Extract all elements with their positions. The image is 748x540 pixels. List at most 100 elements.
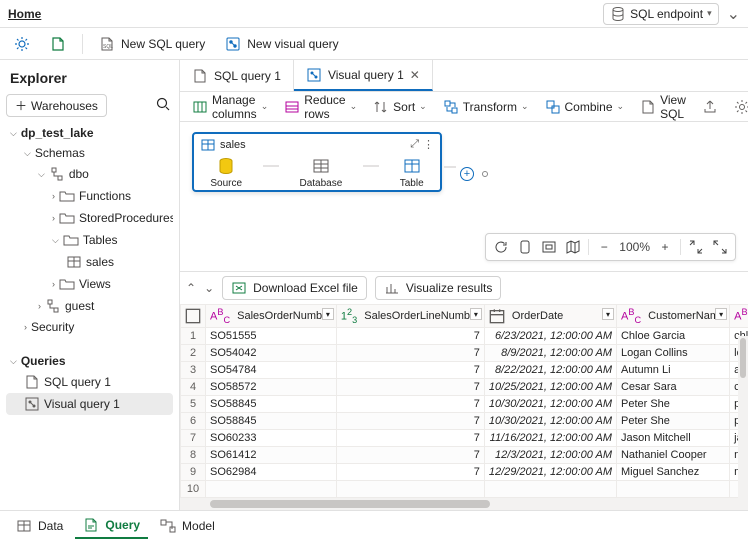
- flow-endpoint-icon: [482, 171, 488, 177]
- rows-icon: [284, 99, 300, 115]
- refresh-button[interactable]: [6, 32, 38, 56]
- settings-button[interactable]: [728, 97, 748, 117]
- tree-node-queries[interactable]: ⌵Queries: [6, 351, 173, 371]
- reduce-rows-button[interactable]: Reduce rows⌄: [278, 91, 363, 123]
- horizontal-scrollbar[interactable]: [180, 498, 748, 510]
- tab-label: Visual query 1: [328, 68, 404, 82]
- download-excel-button[interactable]: Download Excel file: [222, 276, 367, 300]
- data-icon: [50, 36, 66, 52]
- table-row[interactable]: 3SO5478478/22/2021, 12:00:00 AMAutumn Li…: [181, 362, 748, 379]
- schema-icon: [49, 166, 65, 182]
- pan-button[interactable]: [514, 236, 536, 258]
- table-row[interactable]: 9SO62984712/29/2021, 12:00:00 AMMiguel S…: [181, 464, 748, 481]
- expand-down-button[interactable]: ⌄: [204, 281, 214, 295]
- tree-node-schemas[interactable]: ⌵Schemas: [6, 143, 173, 163]
- column-header-orderdate[interactable]: OrderDate▾: [484, 305, 616, 328]
- zoom-in-button[interactable]: +: [654, 236, 676, 258]
- refresh-view-button[interactable]: [490, 236, 512, 258]
- chart-icon: [384, 280, 400, 296]
- tree-query-visual1[interactable]: Visual query 1: [6, 393, 173, 415]
- collapse-button[interactable]: [685, 236, 707, 258]
- vertical-scrollbar[interactable]: [738, 336, 748, 498]
- flow-line: [263, 165, 279, 181]
- new-visual-query-button[interactable]: New visual query: [217, 32, 346, 56]
- tree-node-security[interactable]: ›Security: [6, 317, 173, 337]
- filter-dropdown[interactable]: ▾: [715, 308, 727, 320]
- tree-node-guest[interactable]: › guest: [6, 295, 173, 317]
- table-row[interactable]: 2SO5404278/9/2021, 12:00:00 AMLogan Coll…: [181, 345, 748, 362]
- table-row[interactable]: 6SO58845710/30/2021, 12:00:00 AMPeter Sh…: [181, 413, 748, 430]
- zoom-level: 100%: [617, 236, 652, 258]
- search-button[interactable]: [153, 94, 173, 117]
- tree-node-dbo[interactable]: ⌵ dbo: [6, 163, 173, 185]
- table-row[interactable]: 10: [181, 481, 748, 498]
- column-header-salesordernumber[interactable]: ABC SalesOrderNumber▾: [206, 305, 337, 328]
- transform-button[interactable]: Transform⌄: [437, 97, 535, 117]
- new-sql-query-button[interactable]: SQL New SQL query: [91, 32, 213, 56]
- zoom-out-button[interactable]: −: [593, 236, 615, 258]
- manage-columns-button[interactable]: Manage columns⌄: [186, 91, 274, 123]
- flow-line: [363, 165, 379, 181]
- hand-icon: [517, 239, 533, 255]
- more-icon[interactable]: ⋮: [423, 138, 434, 151]
- results-table: ABC SalesOrderNumber▾ 123 SalesOrderLine…: [180, 304, 748, 498]
- flow-card-sales[interactable]: sales ⤢ ⋮ Source Database: [192, 132, 442, 192]
- filter-dropdown[interactable]: ▾: [602, 308, 614, 320]
- warehouses-label: Warehouses: [31, 99, 98, 113]
- sql-file-icon: [24, 374, 40, 390]
- flow-node-source[interactable]: Source: [210, 156, 242, 189]
- footer-tab-query[interactable]: Query: [75, 513, 148, 539]
- table-row[interactable]: 1SO5155576/23/2021, 12:00:00 AMChloe Gar…: [181, 328, 748, 345]
- plus-icon: ＋: [15, 97, 27, 114]
- filter-dropdown[interactable]: ▾: [322, 308, 334, 320]
- table-row[interactable]: 8SO61412712/3/2021, 12:00:00 AMNathaniel…: [181, 447, 748, 464]
- warehouses-button[interactable]: ＋ Warehouses: [6, 94, 107, 117]
- tab-sql-query-1[interactable]: SQL query 1: [180, 60, 294, 91]
- collapse-up-button[interactable]: ⌃: [186, 281, 196, 295]
- footer-tab-data[interactable]: Data: [8, 514, 71, 538]
- chevron-down-icon[interactable]: ⌄: [727, 4, 740, 24]
- schema-icon: [45, 298, 61, 314]
- visual-query-icon: [24, 396, 40, 412]
- column-header-salesorderlinenumber[interactable]: 123 SalesOrderLineNumber▾: [336, 305, 484, 328]
- divider: [82, 34, 83, 54]
- tab-visual-query-1[interactable]: Visual query 1 ✕: [294, 60, 433, 91]
- tree-node-root[interactable]: ⌵dp_test_lake: [6, 123, 173, 143]
- search-icon: [155, 96, 171, 112]
- sort-button[interactable]: Sort⌄: [367, 97, 433, 117]
- column-header-customername[interactable]: ABC CustomerName▾: [616, 305, 729, 328]
- combine-button[interactable]: Combine⌄: [539, 97, 631, 117]
- tree-query-sql1[interactable]: SQL query 1: [6, 371, 173, 393]
- table-row[interactable]: 4SO58572710/25/2021, 12:00:00 AMCesar Sa…: [181, 379, 748, 396]
- fit-button[interactable]: [538, 236, 560, 258]
- footer-tab-model[interactable]: Model: [152, 514, 223, 538]
- close-icon[interactable]: ✕: [410, 68, 420, 82]
- fullscreen-button[interactable]: [709, 236, 731, 258]
- tree-node-sales[interactable]: sales: [6, 251, 173, 273]
- filter-dropdown[interactable]: ▾: [470, 308, 482, 320]
- tree-node-tables[interactable]: ⌵ Tables: [6, 229, 173, 251]
- visualize-results-button[interactable]: Visualize results: [375, 276, 501, 300]
- expand-icon[interactable]: ⤢: [410, 138, 419, 151]
- table-icon: [402, 156, 422, 176]
- tree-node-views[interactable]: › Views: [6, 273, 173, 295]
- minimap-button[interactable]: [562, 236, 584, 258]
- tree-node-sprocs[interactable]: › StoredProcedures: [6, 207, 173, 229]
- query-icon: [83, 517, 99, 533]
- table-row[interactable]: 5SO58845710/30/2021, 12:00:00 AMPeter Sh…: [181, 396, 748, 413]
- table-row[interactable]: 7SO60233711/16/2021, 12:00:00 AMJason Mi…: [181, 430, 748, 447]
- flow-node-table[interactable]: Table: [400, 156, 424, 189]
- share-button[interactable]: [696, 97, 724, 117]
- get-data-button[interactable]: [42, 32, 74, 56]
- chevron-down-icon: ▾: [707, 8, 712, 19]
- view-sql-button[interactable]: View SQL: [634, 91, 692, 123]
- column-header-emailaddress[interactable]: ABC EmailAddress: [730, 305, 748, 328]
- home-tab[interactable]: Home: [8, 7, 41, 21]
- flow-node-database[interactable]: Database: [299, 156, 342, 189]
- flow-line: [444, 166, 460, 182]
- row-number-header[interactable]: [181, 305, 206, 328]
- gear-icon: [734, 99, 748, 115]
- tree-node-functions[interactable]: › Functions: [6, 185, 173, 207]
- endpoint-switcher[interactable]: SQL endpoint ▾: [603, 3, 718, 25]
- flow-add-step[interactable]: +: [444, 166, 488, 182]
